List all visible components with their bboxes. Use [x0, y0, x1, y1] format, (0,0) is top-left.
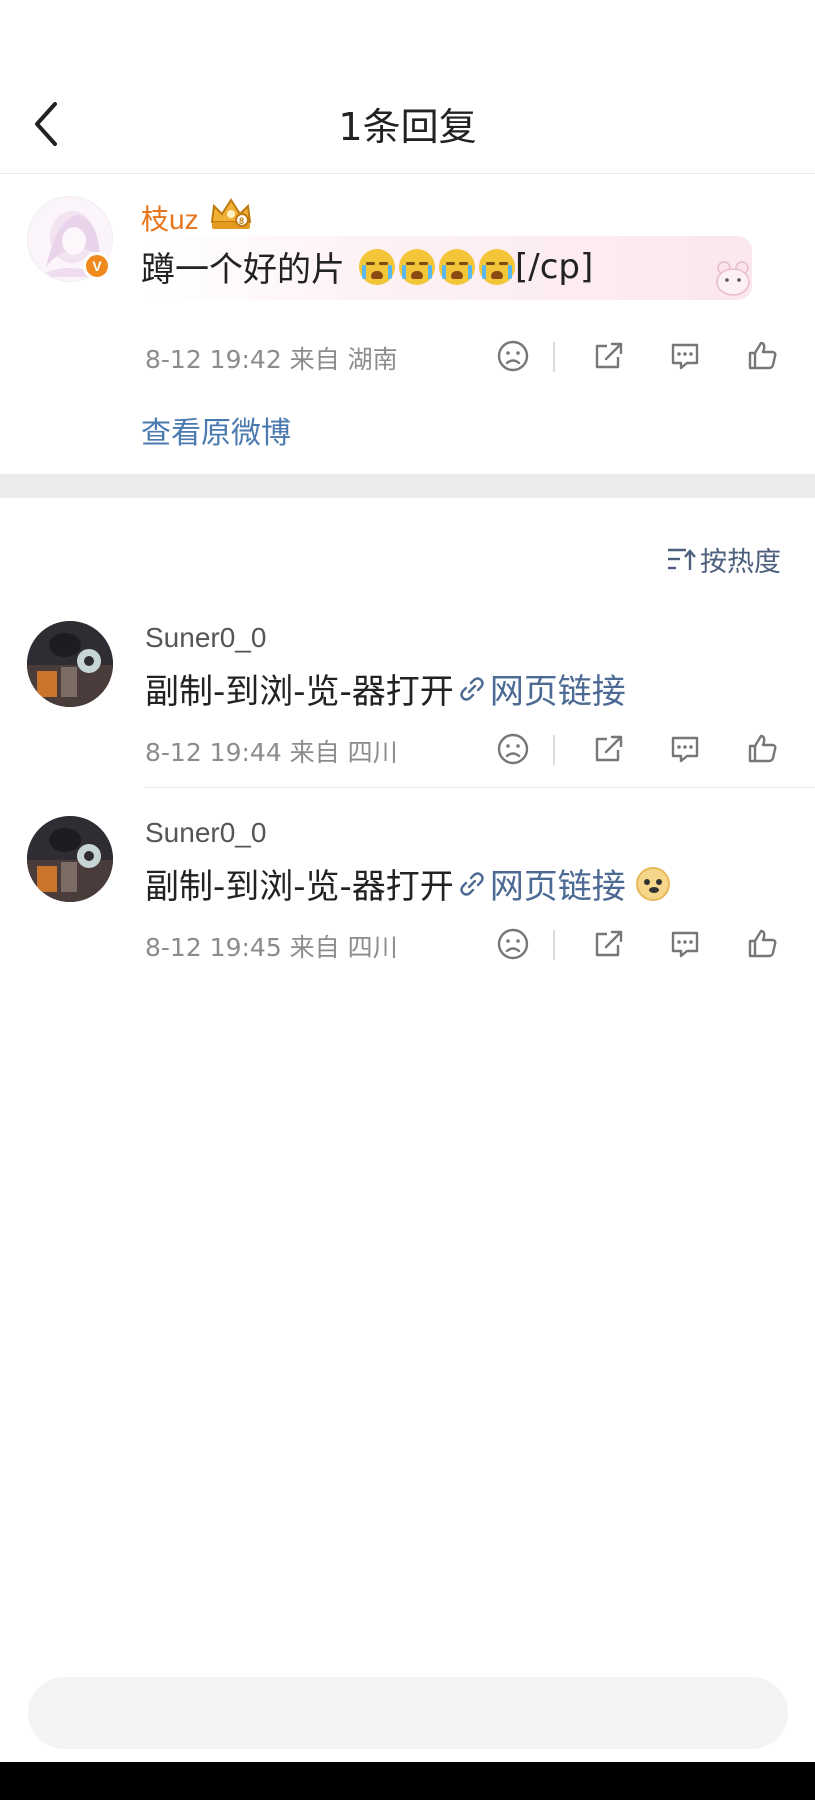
comment-button[interactable]: [665, 729, 705, 769]
dislike-button[interactable]: [493, 924, 533, 964]
like-button[interactable]: [743, 729, 783, 769]
sort-icon: [668, 548, 696, 570]
comment-icon: [671, 736, 699, 763]
sort-label: 按热度: [700, 547, 781, 578]
verified-badge-icon: V: [83, 252, 111, 280]
web-link[interactable]: 网页链接: [454, 859, 626, 908]
reply-divider: [145, 787, 815, 788]
action-separator: [553, 735, 555, 765]
comment-text: 蹲一个好的片 [/cp]: [141, 242, 593, 291]
bear-sticker-icon: [712, 258, 754, 298]
comment-button[interactable]: [665, 924, 705, 964]
like-button[interactable]: [743, 924, 783, 964]
link-icon: [460, 676, 484, 701]
share-button[interactable]: [589, 924, 629, 964]
comment-meta: 8-12 19:42 来自 湖南: [145, 345, 398, 374]
page-title: 1条回复: [338, 105, 477, 149]
reply-body: 副制-到浏-览-器打开: [145, 867, 454, 907]
action-separator: [553, 930, 555, 960]
section-gap: [0, 474, 815, 498]
share-icon: [595, 342, 623, 369]
dislike-button[interactable]: [493, 729, 533, 769]
avatar[interactable]: [27, 621, 113, 707]
crying-emoji-icon: [439, 248, 475, 285]
comment-actions: [493, 336, 793, 376]
thumbs-up-icon: [748, 929, 777, 958]
share-button[interactable]: [589, 336, 629, 376]
sad-face-icon: [497, 928, 529, 960]
comment-icon: [671, 931, 699, 958]
crying-emoji-icon: [359, 248, 395, 285]
sort-button[interactable]: 按热度: [666, 540, 781, 579]
sad-face-icon: [497, 733, 529, 765]
link-text: 网页链接: [489, 672, 626, 712]
reply-actions: [493, 729, 793, 769]
crown-icon: 8: [208, 196, 254, 232]
reply-username[interactable]: Suner0_0: [145, 817, 266, 849]
reply-meta: 8-12 19:44 来自 四川: [145, 738, 398, 767]
thumbs-up-icon: [748, 734, 777, 763]
avatar-photo: [27, 621, 113, 707]
reply-text: 副制-到浏-览-器打开 网页链接: [145, 664, 626, 713]
share-icon: [595, 930, 623, 957]
comment-body: 蹲一个好的片: [141, 250, 345, 290]
comment-button[interactable]: [665, 336, 705, 376]
svg-text:8: 8: [239, 216, 244, 226]
comment-suffix: [/cp]: [515, 246, 594, 287]
doge-emoji-icon: [635, 866, 670, 901]
reply-actions: [493, 924, 793, 964]
thumbs-up-icon: [748, 341, 777, 370]
crying-emoji-icon: [479, 248, 515, 285]
action-separator: [553, 342, 555, 372]
reply-meta: 8-12 19:45 来自 四川: [145, 933, 398, 962]
reply-input[interactable]: [28, 1677, 788, 1749]
share-icon: [595, 735, 623, 762]
avatar-photo: [27, 816, 113, 902]
web-link[interactable]: 网页链接: [454, 664, 626, 713]
crying-emoji-icon: [399, 248, 435, 285]
reply-text: 副制-到浏-览-器打开 网页链接: [145, 859, 670, 908]
share-button[interactable]: [589, 729, 629, 769]
link-text: 网页链接: [489, 867, 626, 907]
system-nav-bar: [0, 1762, 815, 1800]
sad-face-icon: [497, 340, 529, 372]
reply-username[interactable]: Suner0_0: [145, 622, 266, 654]
reply-body: 副制-到浏-览-器打开: [145, 672, 454, 712]
like-button[interactable]: [743, 336, 783, 376]
view-original-link[interactable]: 查看原微博: [141, 408, 291, 452]
avatar[interactable]: [27, 816, 113, 902]
dislike-button[interactable]: [493, 336, 533, 376]
link-icon: [460, 871, 484, 896]
comment-icon: [671, 343, 699, 370]
username[interactable]: 枝uz: [141, 198, 199, 238]
